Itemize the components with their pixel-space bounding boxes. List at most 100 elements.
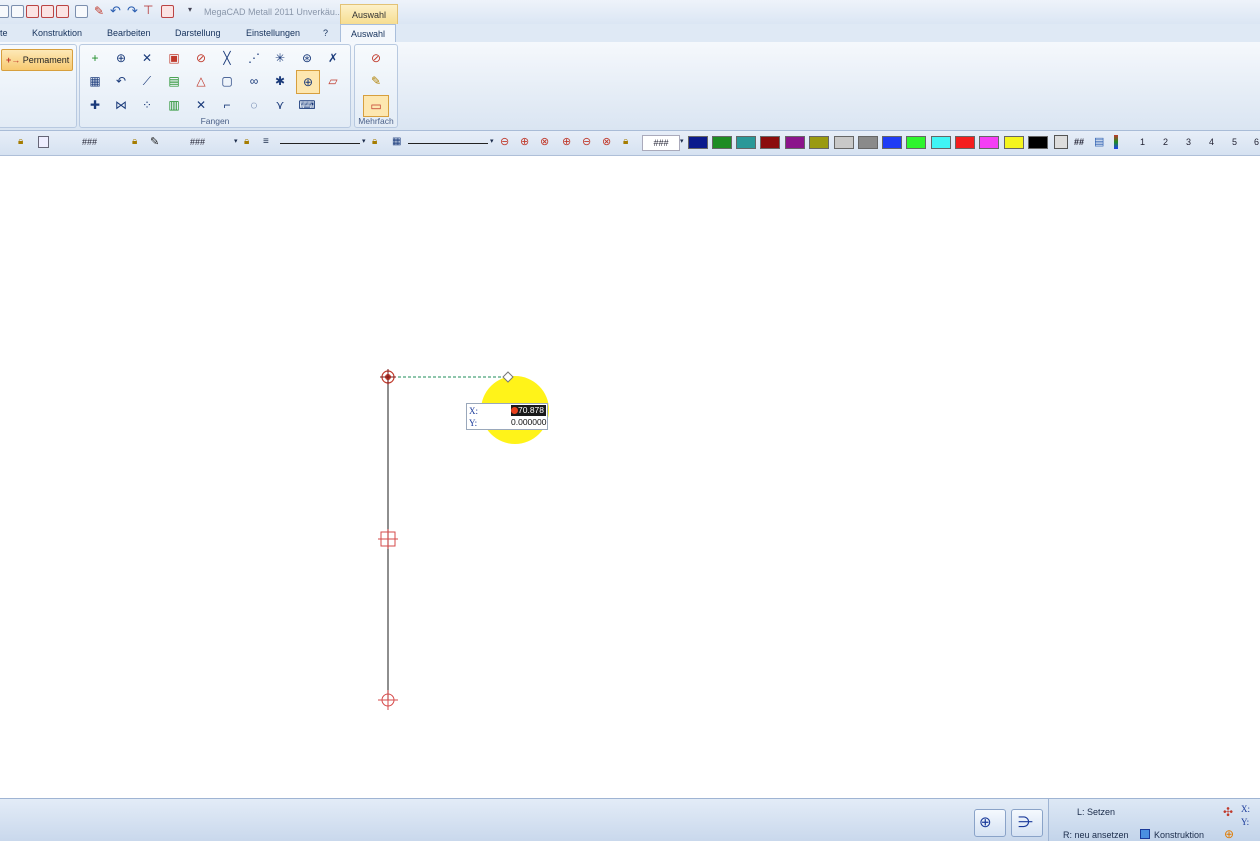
lock-icon[interactable]: 🔒︎ (372, 136, 382, 148)
line-style-preview[interactable] (408, 143, 488, 144)
lock-icon[interactable]: 🔒︎ (244, 136, 254, 148)
snap-asterisk-icon[interactable]: ✱ (271, 72, 289, 90)
lock-icon[interactable]: 🔒︎ (623, 136, 633, 148)
color-swatch[interactable] (979, 136, 999, 149)
pin-icon[interactable]: ⊤ (143, 3, 153, 17)
layer-number[interactable]: 4 (1209, 137, 1214, 147)
color-swatch[interactable] (809, 136, 829, 149)
zoom-out-icon[interactable]: ⊖ (500, 136, 512, 148)
snap-auto-icon[interactable]: ⊕ (296, 70, 320, 94)
snap-ellipse-icon[interactable]: ◌ (245, 96, 263, 114)
snap-point-icon[interactable]: + (86, 49, 104, 67)
line-type-preview[interactable] (280, 143, 360, 144)
color-swatch[interactable] (760, 136, 780, 149)
new-file-icon[interactable] (0, 5, 9, 18)
zoom-previous-icon[interactable]: ⊖ (582, 136, 594, 148)
snap-layer-icon[interactable]: ▤ (165, 72, 183, 90)
customize-quickaccess-icon[interactable]: ▾ (188, 5, 192, 14)
layer-number[interactable]: 6 (1254, 137, 1259, 147)
snap-circle-icon[interactable]: ⊛ (298, 49, 316, 67)
snap-grid-icon[interactable]: ▦ (86, 72, 104, 90)
zoom-all-icon[interactable]: ⊕ (562, 136, 574, 148)
start-point-marker[interactable] (380, 369, 396, 385)
save-file-icon[interactable] (26, 5, 39, 18)
snap-xy-icon[interactable]: ✗ (324, 49, 342, 67)
layer-manager-icon[interactable]: ▤ (1094, 135, 1104, 148)
color-swatch[interactable] (858, 136, 878, 149)
tab-datei[interactable]: te (0, 24, 8, 42)
color-swatch[interactable] (931, 136, 951, 149)
snap-x-icon[interactable]: ✕ (192, 96, 210, 114)
mehrfach-pos-icon[interactable]: ⊘ (367, 49, 385, 67)
drawing-canvas[interactable] (0, 156, 1260, 798)
snap-plus-icon[interactable]: ✚ (86, 96, 104, 114)
snap-angle-icon[interactable]: ⌐ (218, 96, 236, 114)
snap-vertex-icon[interactable]: ⋎ (271, 96, 289, 114)
mehrfach-multi-icon[interactable]: ▭ (363, 95, 389, 117)
snap-arc-icon[interactable]: ↶ (112, 72, 130, 90)
layer-number[interactable]: 2 (1163, 137, 1168, 147)
chevron-down-icon[interactable]: ▾ (362, 137, 366, 145)
color-swatch[interactable] (736, 136, 756, 149)
style-field[interactable]: ### (82, 137, 97, 147)
compass-icon[interactable]: ⊕ (1224, 827, 1234, 841)
redo-icon[interactable]: ↷ (127, 3, 138, 19)
color-swatch[interactable] (882, 136, 902, 149)
layer-number[interactable]: 3 (1186, 137, 1191, 147)
layer-number[interactable]: 5 (1232, 137, 1237, 147)
tab-help[interactable]: ? (323, 24, 328, 42)
color-swatch[interactable] (1004, 136, 1024, 149)
snap-tangent-icon[interactable]: ∞ (245, 72, 263, 90)
endpoint-marker[interactable] (378, 690, 398, 710)
snap-triangle-icon[interactable]: △ (192, 72, 210, 90)
lock-icon[interactable]: 🔒︎ (132, 136, 142, 148)
snap-rect-icon[interactable]: ▢ (218, 72, 236, 90)
zoom-in-icon[interactable]: ⊕ (520, 136, 532, 148)
snap-stack-icon[interactable]: ▥ (165, 96, 183, 114)
pencil-icon[interactable]: ✎ (367, 72, 385, 90)
linewidth-icon[interactable]: ≡ (263, 136, 269, 147)
snap-window-icon[interactable]: ▱ (324, 72, 342, 90)
drawing-svg[interactable] (0, 156, 1260, 798)
chevron-down-icon[interactable]: ▾ (234, 137, 238, 145)
layer-field[interactable]: ### (642, 135, 680, 151)
layer-number[interactable]: 1 (1140, 137, 1145, 147)
coordinate-input[interactable]: X: Y: 70.878 0.000000 (466, 403, 548, 430)
snap-nodes-icon[interactable]: ⋰ (245, 49, 263, 67)
color-swatch[interactable] (712, 136, 732, 149)
construction-mode-button[interactable]: ⋺ (1011, 809, 1043, 837)
tab-darstellung[interactable]: Darstellung (175, 24, 221, 42)
y-value-field[interactable]: 0.000000 (511, 417, 546, 428)
color-bar-icon[interactable] (1114, 135, 1118, 149)
snap-midpoint-icon[interactable]: ⋈ (112, 96, 130, 114)
tab-bearbeiten[interactable]: Bearbeiten (107, 24, 151, 42)
snap-mode-button[interactable]: ⊕ (974, 809, 1006, 837)
snap-dots-icon[interactable]: ⁘ (138, 96, 156, 114)
snap-box-icon[interactable]: ▣ (165, 49, 183, 67)
color-swatch[interactable] (688, 136, 708, 149)
pen-field[interactable]: ### (190, 137, 205, 147)
open-file-icon[interactable] (11, 5, 24, 18)
keyboard-icon[interactable]: ⌨ (298, 96, 316, 114)
tab-auswahl[interactable]: Auswahl (340, 24, 397, 44)
color-swatch[interactable] (834, 136, 854, 149)
snap-cross-icon[interactable]: ╳ (218, 49, 236, 67)
snap-star-icon[interactable]: ✳ (271, 49, 289, 67)
snap-center-icon[interactable]: ⊕ (112, 49, 130, 67)
midpoint-marker[interactable] (378, 529, 398, 549)
chevron-down-icon[interactable]: ▾ (680, 137, 684, 145)
color-swatch[interactable] (906, 136, 926, 149)
lock-icon[interactable]: 🔒︎ (18, 136, 28, 148)
print-icon[interactable] (41, 5, 54, 18)
plot-icon[interactable] (56, 5, 69, 18)
color-swatch[interactable] (1028, 136, 1048, 149)
chevron-down-icon[interactable]: ▾ (490, 137, 494, 145)
print-preview-icon[interactable] (75, 5, 88, 18)
tab-konstruktion[interactable]: Konstruktion (32, 24, 82, 42)
color-picker-icon[interactable] (1054, 135, 1068, 149)
coordinate-system-icon[interactable]: ✣ (1223, 805, 1233, 819)
tab-einstellungen[interactable]: Einstellungen (246, 24, 300, 42)
pencil-icon[interactable]: ✎ (94, 4, 104, 18)
grid-label[interactable]: ## (1074, 137, 1084, 147)
snap-pos-icon[interactable]: ⊘ (192, 49, 210, 67)
